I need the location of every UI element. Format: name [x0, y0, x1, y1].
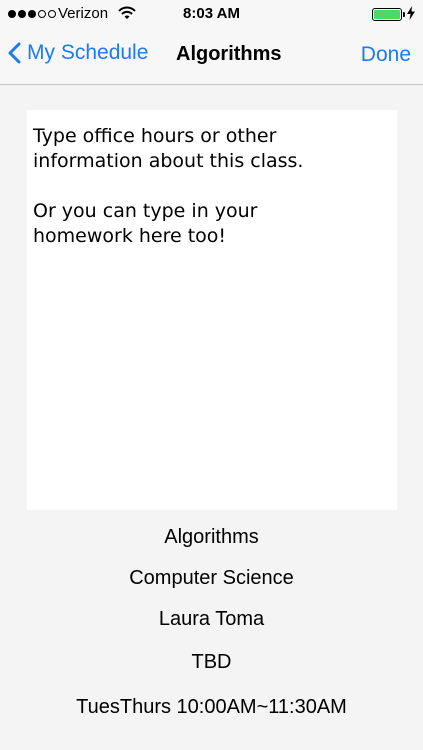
class-department: Computer Science: [129, 567, 294, 589]
notes-line: homework here too!: [33, 225, 227, 247]
back-button[interactable]: My Schedule: [8, 41, 148, 65]
charging-bolt-icon: [407, 6, 415, 20]
class-instructor: Laura Toma: [158, 608, 265, 630]
status-time: 8:03 AM: [183, 5, 240, 22]
page-title: Algorithms: [176, 43, 282, 65]
done-button[interactable]: Done: [361, 43, 411, 67]
chevron-left-icon: [8, 42, 21, 64]
class-name: Algorithms: [164, 526, 259, 548]
back-button-label: My Schedule: [27, 41, 149, 64]
battery-tip: [403, 12, 405, 17]
notes-line: information about this class.: [33, 150, 304, 172]
navigation-bar: My Schedule Algorithms Done: [0, 28, 423, 85]
notes-line: Type office hours or other: [33, 125, 277, 147]
class-location: TBD: [191, 651, 232, 673]
status-bar: Verizon 8:03 AM: [0, 0, 423, 28]
class-schedule: TuesThurs 10:00AM~11:30AM: [76, 696, 347, 718]
battery-icon: [372, 8, 402, 21]
notes-line: Or you can type in your: [33, 200, 258, 222]
notes-text-area[interactable]: Type office hours or other information a…: [27, 110, 397, 510]
